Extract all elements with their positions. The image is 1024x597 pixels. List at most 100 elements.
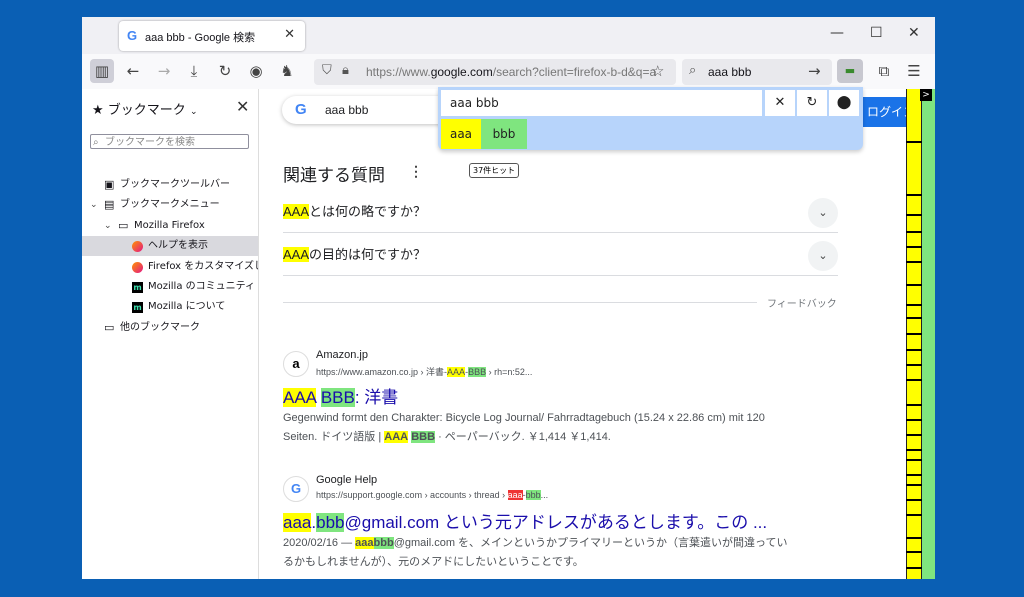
bookmarks-sidebar: ★ ブックマーク ⌄ ✕ ⌕ ブックマークを検索 ▣ ブックマークツールバー ⌄… bbox=[82, 89, 259, 579]
browser-window: G aaa bbb - Google 検索 ✕ — ☐ ✕ ▥ ← → ⤓ ↻ … bbox=[82, 17, 935, 579]
sidebar-item-customize-firefox[interactable]: Firefox をカスタマイズし… bbox=[82, 257, 258, 277]
sidebar-header[interactable]: ★ ブックマーク ⌄ bbox=[92, 99, 198, 118]
sidebar-item-mozilla-community[interactable]: m Mozilla のコミュニティ bbox=[82, 277, 258, 297]
minimap-tick bbox=[906, 484, 922, 486]
chevron-down-icon[interactable]: ⌄ bbox=[808, 198, 838, 228]
result-site-name[interactable]: Amazon.jp bbox=[316, 349, 368, 361]
search-bar[interactable]: ⌕ aaa bbb → bbox=[682, 59, 832, 85]
question-row[interactable]: AAAの目的は何ですか？ ⌄ bbox=[283, 235, 838, 276]
minimap-tick bbox=[906, 194, 922, 196]
result-cite[interactable]: https://www.amazon.co.jp › 洋書-AAA-BBB › … bbox=[316, 365, 532, 378]
chevron-down-icon[interactable]: ⌄ bbox=[90, 195, 98, 215]
minimap-tick bbox=[906, 349, 922, 351]
google-logo-icon: G bbox=[295, 101, 307, 118]
minimap-tick bbox=[906, 499, 922, 501]
reload-icon[interactable]: ↻ bbox=[213, 59, 237, 83]
minimap-tick bbox=[906, 333, 922, 335]
minimap-tick bbox=[906, 419, 922, 421]
sidebar-item-label: Mozilla Firefox bbox=[134, 220, 205, 231]
finder-chip-aaa[interactable]: aaa bbox=[441, 119, 481, 149]
tab-title: aaa bbb - Google 検索 bbox=[145, 32, 256, 44]
tab-google-search[interactable]: G aaa bbb - Google 検索 ✕ bbox=[119, 21, 305, 51]
finder-toggle-icon[interactable]: ⬤ bbox=[829, 90, 859, 116]
result-snippet: Gegenwind formt den Charakter: Bicycle L… bbox=[283, 412, 765, 443]
minimap-tick bbox=[906, 404, 922, 406]
chevron-down-icon[interactable]: ⌄ bbox=[808, 241, 838, 271]
result-cite[interactable]: https://support.google.com › accounts › … bbox=[316, 490, 548, 500]
minimap-tick bbox=[906, 537, 922, 539]
finder-refresh-icon[interactable]: ↻ bbox=[797, 90, 827, 116]
sidebar-toggle-icon[interactable]: ▥ bbox=[90, 59, 114, 83]
mozilla-icon: m bbox=[132, 301, 143, 313]
minimap-tick bbox=[906, 379, 922, 381]
minimap-tick bbox=[906, 514, 922, 516]
menu-icon[interactable]: ☰ bbox=[902, 59, 926, 83]
hit-count-badge: 37件ヒット bbox=[469, 163, 520, 178]
feedback-link[interactable]: フィードバック bbox=[767, 295, 837, 310]
sidebar-item-help[interactable]: ヘルプを表示 bbox=[82, 236, 258, 256]
search-icon: ⌕ bbox=[689, 63, 697, 78]
chevron-down-icon[interactable]: ⌄ bbox=[104, 216, 112, 236]
back-icon[interactable]: ← bbox=[121, 59, 145, 83]
url-bar[interactable]: ⛉ 🔒︎ https://www.google.com/search?clien… bbox=[314, 59, 676, 85]
finder-chip-bbb[interactable]: bbb bbox=[481, 119, 527, 149]
finder-clear-icon[interactable]: ✕ bbox=[765, 90, 795, 116]
google-query[interactable]: aaa bbb bbox=[325, 103, 368, 117]
result-snippet: 2020/02/16 — aaabbb@gmail.com を、メインというかプ… bbox=[283, 537, 788, 568]
minimap-tick bbox=[906, 304, 922, 306]
forward-icon[interactable]: → bbox=[152, 59, 176, 83]
login-button[interactable]: ログイン bbox=[859, 97, 906, 127]
window-close-icon[interactable]: ✕ bbox=[908, 25, 920, 41]
bookmark-star-icon[interactable]: ☆ bbox=[651, 62, 664, 80]
highlight-extension-icon[interactable]: ▬ bbox=[837, 59, 863, 83]
search-icon: ⌕ bbox=[93, 137, 99, 148]
question-highlight: AAA bbox=[283, 247, 310, 262]
sidebar-item-label: Firefox をカスタマイズし… bbox=[148, 261, 258, 272]
sidebar-item-label: ブックマークツールバー bbox=[120, 179, 230, 190]
firefox-icon bbox=[132, 236, 143, 256]
extensions-icon[interactable]: ⧉ bbox=[872, 59, 896, 83]
minimap-tick bbox=[906, 284, 922, 286]
firefox-icon bbox=[132, 257, 143, 277]
sidebar-item-other-bookmarks[interactable]: ▭ 他のブックマーク bbox=[82, 318, 258, 338]
lock-icon[interactable]: 🔒︎ bbox=[342, 63, 349, 78]
sidebar-item-about-mozilla[interactable]: m Mozilla について bbox=[82, 297, 258, 317]
mozilla-icon: m bbox=[132, 281, 143, 293]
result-title-link[interactable]: AAA BBB: 洋書 bbox=[283, 383, 398, 408]
search-go-icon[interactable]: → bbox=[808, 62, 821, 80]
minimize-icon[interactable]: — bbox=[830, 25, 844, 41]
navigation-toolbar: ▥ ← → ⤓ ↻ ◉ ♞ ⛉ 🔒︎ https://www.google.co… bbox=[82, 54, 935, 89]
sidebar-close-icon[interactable]: ✕ bbox=[236, 97, 249, 116]
amazon-logo-icon: a bbox=[283, 351, 309, 377]
finder-input[interactable]: aaa bbb bbox=[441, 90, 762, 116]
download-icon[interactable]: ⤓ bbox=[182, 59, 206, 83]
google-help-logo-icon: G bbox=[283, 476, 309, 502]
search-text[interactable]: aaa bbb bbox=[708, 65, 751, 79]
shield-icon[interactable]: ⛉ bbox=[322, 63, 332, 78]
extension-puzzle-icon[interactable]: ♞ bbox=[275, 59, 299, 83]
result-title-link[interactable]: aaa.bbb@gmail.com という元アドレスがあるとします。この ... bbox=[283, 508, 767, 533]
question-text: の目的は何ですか？ bbox=[309, 247, 427, 262]
google-results-page: G aaa bbb ログイン 関連する質問 ⋮ 37件ヒット AAAとは何の略で… bbox=[259, 89, 906, 579]
minimap-tick bbox=[906, 231, 922, 233]
tab-close-icon[interactable]: ✕ bbox=[284, 27, 295, 42]
sidebar-item-bookmark-toolbar[interactable]: ▣ ブックマークツールバー bbox=[82, 175, 258, 195]
sidebar-item-label: Mozilla について bbox=[148, 301, 226, 312]
star-icon: ★ bbox=[92, 103, 104, 118]
bookmark-search-input[interactable]: ⌕ ブックマークを検索 bbox=[90, 134, 249, 149]
sidebar-item-mozilla-firefox[interactable]: ⌄ ▭ Mozilla Firefox bbox=[82, 216, 258, 236]
highlight-minimap-scrollbar[interactable]: > bbox=[906, 89, 935, 579]
sidebar-item-bookmark-menu[interactable]: ⌄ ▤ ブックマークメニュー bbox=[82, 195, 258, 215]
question-row[interactable]: AAAとは何の略ですか？ ⌄ bbox=[283, 192, 838, 233]
minimap-tick bbox=[906, 246, 922, 248]
sidebar-item-label: Mozilla のコミュニティ bbox=[148, 281, 256, 292]
folder-icon: ▭ bbox=[118, 219, 129, 232]
people-also-ask-title: 関連する質問 bbox=[283, 166, 385, 185]
minimap-tick bbox=[906, 551, 922, 553]
more-options-icon[interactable]: ⋮ bbox=[409, 163, 423, 180]
minimap-toggle-icon[interactable]: > bbox=[920, 89, 932, 101]
maximize-icon[interactable]: ☐ bbox=[870, 25, 883, 41]
result-site-name[interactable]: Google Help bbox=[316, 474, 377, 486]
url-text[interactable]: https://www.google.com/search?client=fir… bbox=[366, 65, 656, 79]
extension-k-icon[interactable]: ◉ bbox=[244, 59, 268, 83]
